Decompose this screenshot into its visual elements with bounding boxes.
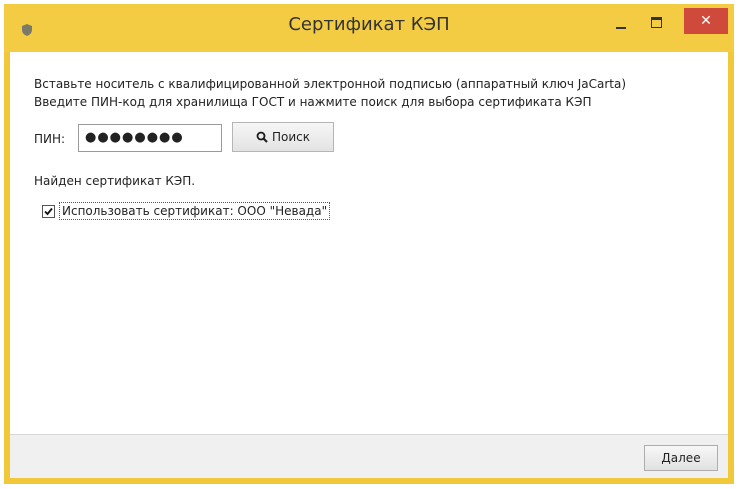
- use-certificate-checkbox[interactable]: [42, 204, 55, 218]
- certificate-dialog: Сертификат КЭП ✕ Вставьте носитель с ква…: [4, 4, 734, 484]
- pin-label: ПИН:: [34, 132, 66, 146]
- instruction-line-1: Вставьте носитель с квалифицированной эл…: [34, 77, 627, 91]
- dialog-footer: Далее: [10, 434, 728, 478]
- checkmark-icon: [44, 207, 53, 215]
- search-button-label: Поиск: [271, 130, 310, 144]
- instruction-line-2: Введите ПИН-код для хранилища ГОСТ и наж…: [34, 95, 592, 109]
- next-button[interactable]: Далее: [644, 445, 718, 471]
- minimize-button[interactable]: [608, 14, 634, 36]
- search-icon: [256, 131, 268, 143]
- close-button[interactable]: ✕: [684, 8, 728, 34]
- use-certificate-label[interactable]: Использовать сертификат: ООО "Невада": [59, 202, 331, 220]
- use-certificate-option[interactable]: Использовать сертификат: ООО "Невада": [42, 202, 331, 220]
- maximize-button[interactable]: [644, 12, 670, 34]
- pin-field[interactable]: ●●●●●●●●: [78, 124, 222, 152]
- search-button[interactable]: Поиск: [232, 122, 334, 152]
- status-text: Найден сертификат КЭП.: [34, 174, 196, 188]
- title-bar[interactable]: Сертификат КЭП ✕: [4, 4, 734, 52]
- close-icon: ✕: [700, 13, 712, 29]
- dialog-body: Вставьте носитель с квалифицированной эл…: [10, 52, 728, 478]
